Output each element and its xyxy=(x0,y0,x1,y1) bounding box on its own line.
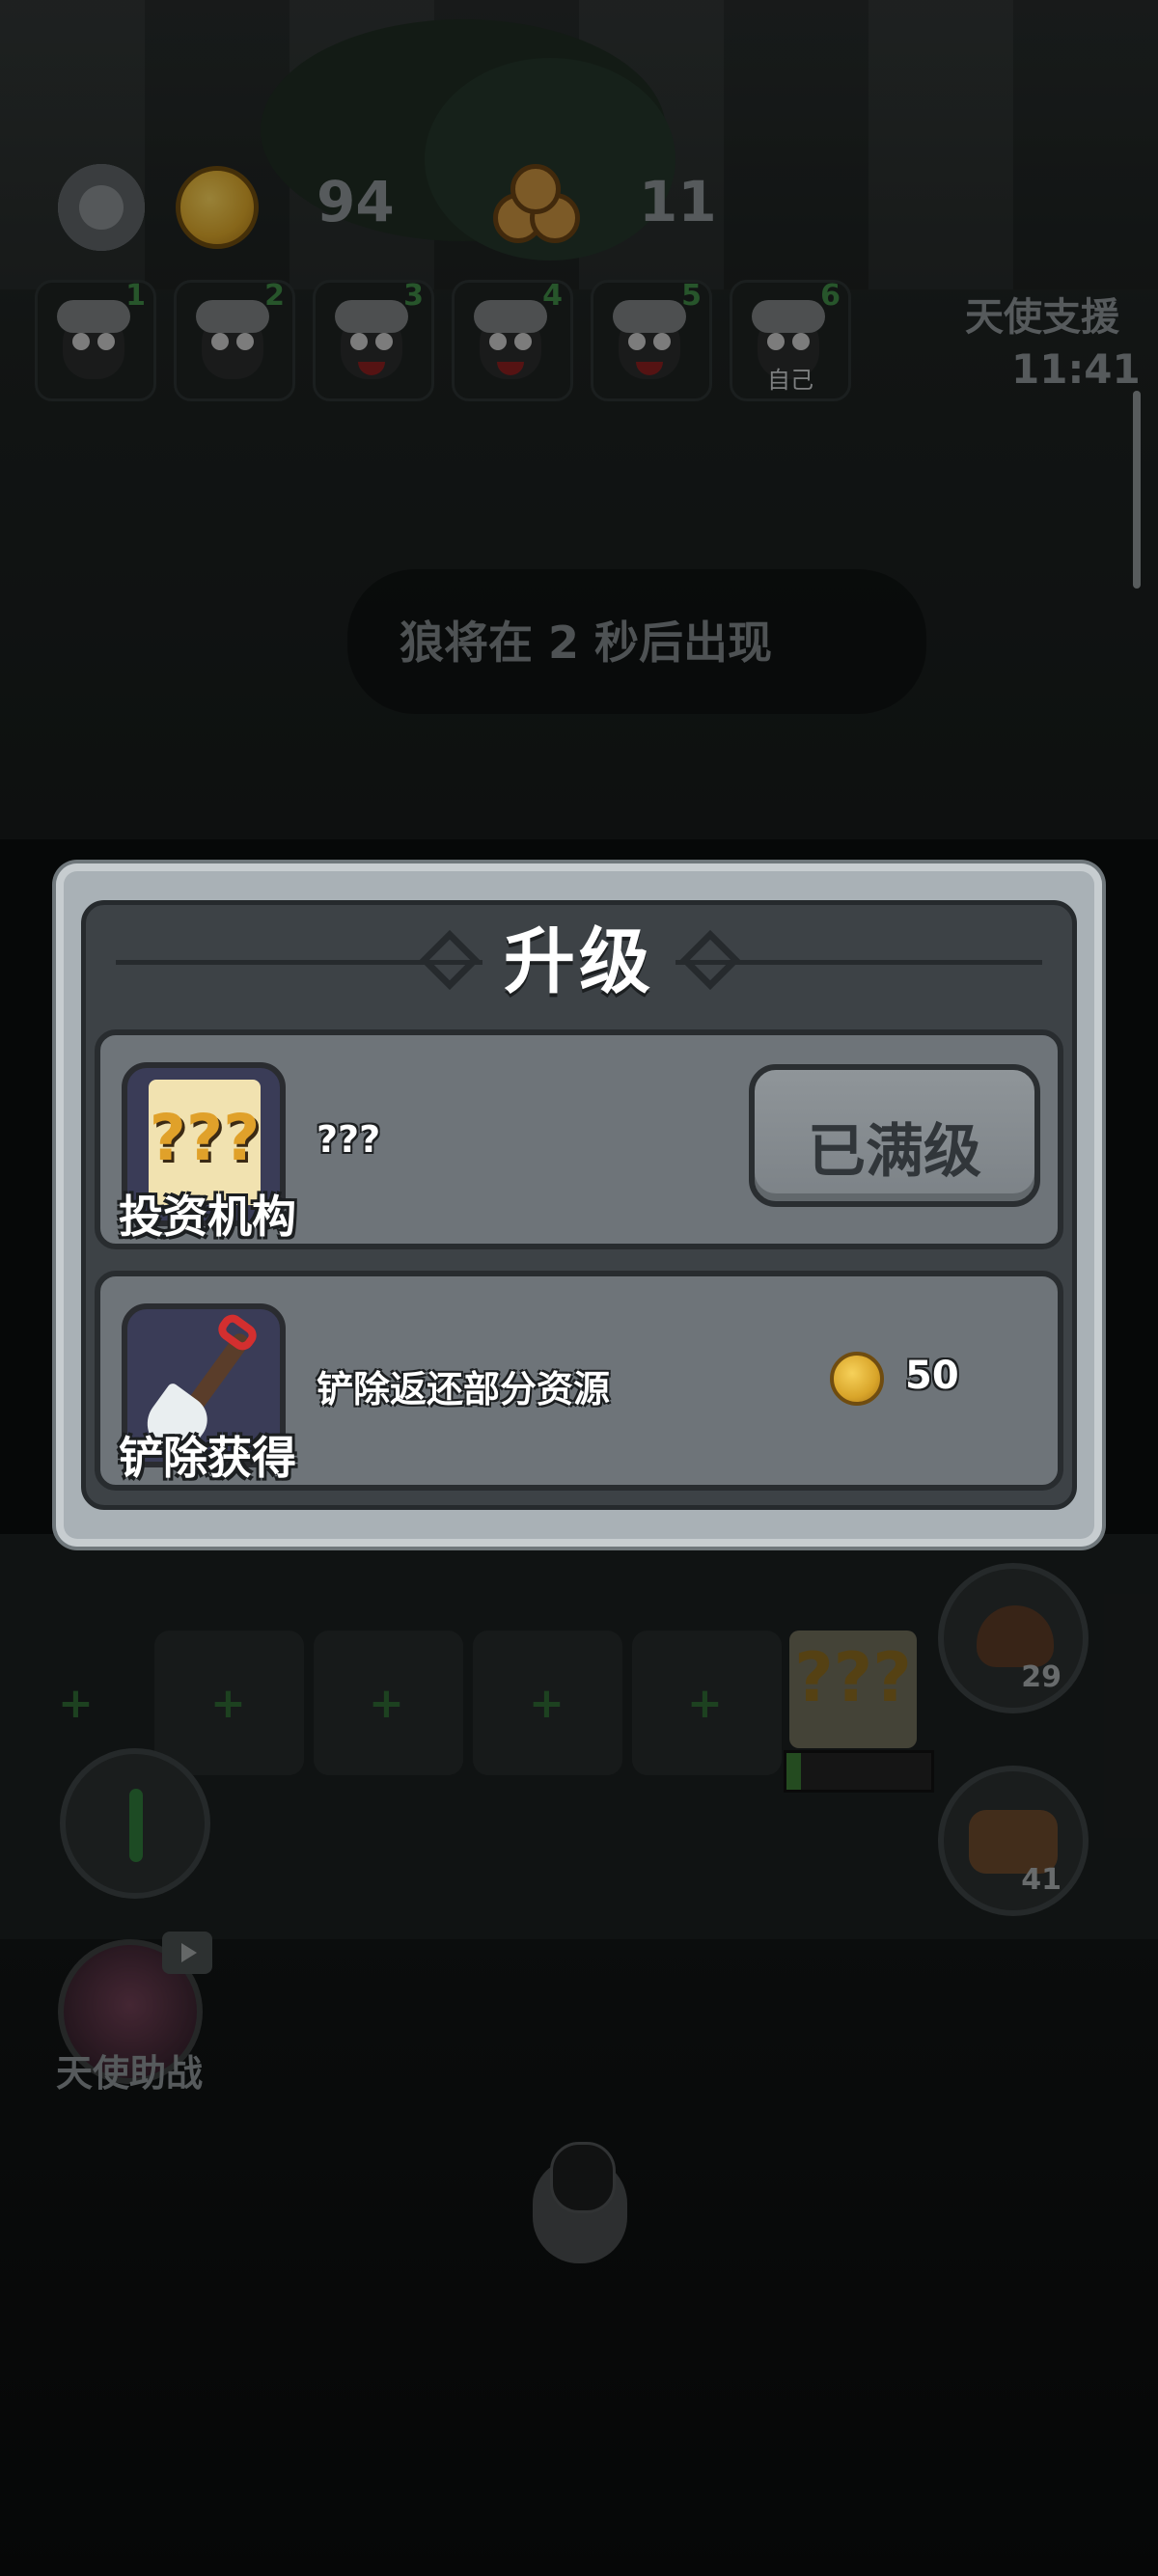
shovel-label: 铲除获得 xyxy=(119,1432,296,1484)
upgrade-row-shovel: 铲除获得 铲除返还部分资源 50 xyxy=(95,1271,1063,1491)
investment-label: 投资机构 xyxy=(119,1191,296,1243)
shovel-description: 铲除返还部分资源 xyxy=(317,1368,611,1411)
coin-icon xyxy=(830,1352,884,1406)
upgrade-title: 升级 xyxy=(504,920,654,1003)
upgrade-row-investment: ??? 投资机构 ??? 已满级 xyxy=(95,1029,1063,1249)
investment-description: ??? xyxy=(317,1118,381,1161)
shovel-cost: 50 xyxy=(905,1354,959,1398)
upgrade-dialog: 升级 ??? 投资机构 ??? 已满级 铲除获得 铲除返还部分资源 50 xyxy=(56,863,1102,1547)
max-level-label: 已满级 xyxy=(808,1118,981,1186)
max-level-button[interactable]: 已满级 xyxy=(749,1064,1040,1207)
